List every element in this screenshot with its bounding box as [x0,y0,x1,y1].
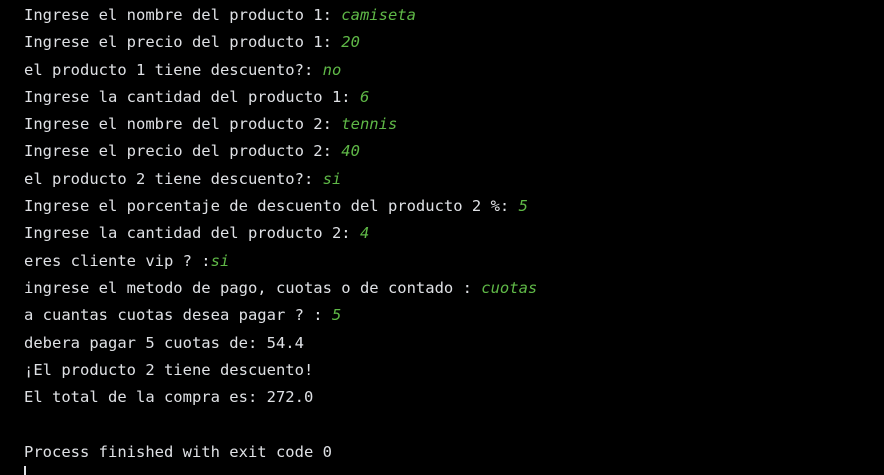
prompt-text: a cuantas cuotas desea pagar ? : [24,306,332,325]
console-line-vip-client: eres cliente vip ? :si [24,248,884,275]
console-line-product2-discount-percent: Ingrese el porcentaje de descuento del p… [24,193,884,220]
user-input-text: 4 [359,224,370,243]
console-line-product2-quantity: Ingrese la cantidad del producto 2: 4 [24,220,884,247]
console-line-product1-discount: el producto 1 tiene descuento?: no [24,57,884,84]
prompt-text: Ingrese la cantidad del producto 1: [24,87,360,106]
user-input-text: 40 [341,142,360,161]
user-input-text: 5 [518,197,528,216]
output-text: ¡El producto 2 tiene descuento! [24,360,314,379]
prompt-text: Ingrese el porcentaje de descuento del p… [24,197,519,216]
console-line-installments: a cuantas cuotas desea pagar ? : 5 [24,302,884,329]
user-input-text: si [210,251,230,270]
user-input-text: no [322,60,342,79]
console-line-installment-amount: debera pagar 5 cuotas de: 54.4 [24,330,884,357]
user-input-text: 20 [341,33,360,52]
console-line-product2-discount: el producto 2 tiene descuento?: si [24,166,884,193]
prompt-text: ingrese el metodo de pago, cuotas o de c… [24,278,482,297]
user-input-text: camiseta [341,6,416,24]
run-console-output[interactable]: Ingrese el nombre del producto 1: camise… [0,0,884,475]
console-line-product2-price: Ingrese el precio del producto 2: 40 [24,138,884,165]
console-line-product2-name: Ingrese el nombre del producto 2: tennis [24,111,884,138]
console-line-product1-price: Ingrese el precio del producto 1: 20 [24,29,884,56]
console-exit-message: Process finished with exit code 0 [24,442,332,461]
console-line-discount-notice: ¡El producto 2 tiene descuento! [24,357,884,384]
prompt-text: Ingrese el nombre del producto 2: [24,115,342,134]
prompt-text: el producto 1 tiene descuento?: [24,60,323,79]
user-input-text: si [322,169,342,188]
prompt-text: el producto 2 tiene descuento?: [24,169,323,188]
prompt-text: Ingrese el nombre del producto 1: [24,6,342,24]
output-text: El total de la compra es: 272.0 [24,388,314,407]
console-line-payment-method: ingrese el metodo de pago, cuotas o de c… [24,275,884,302]
user-input-text: tennis [341,115,398,134]
prompt-text: Ingrese el precio del producto 1: [24,33,342,52]
user-input-text: 5 [331,306,342,325]
console-line-purchase-total: El total de la compra es: 272.0 [24,384,884,411]
console-line-product1-quantity: Ingrese la cantidad del producto 1: 6 [24,84,884,111]
prompt-text: Ingrese la cantidad del producto 2: [24,224,360,243]
output-text: debera pagar 5 cuotas de: 54.4 [24,333,304,352]
user-input-text: 6 [359,87,370,106]
prompt-text: eres cliente vip ? : [24,251,211,270]
console-line-product1-name: Ingrese el nombre del producto 1: camise… [24,2,884,29]
prompt-text: Ingrese el precio del producto 2: [24,142,342,161]
text-caret [24,466,26,475]
user-input-text: cuotas [481,278,538,297]
